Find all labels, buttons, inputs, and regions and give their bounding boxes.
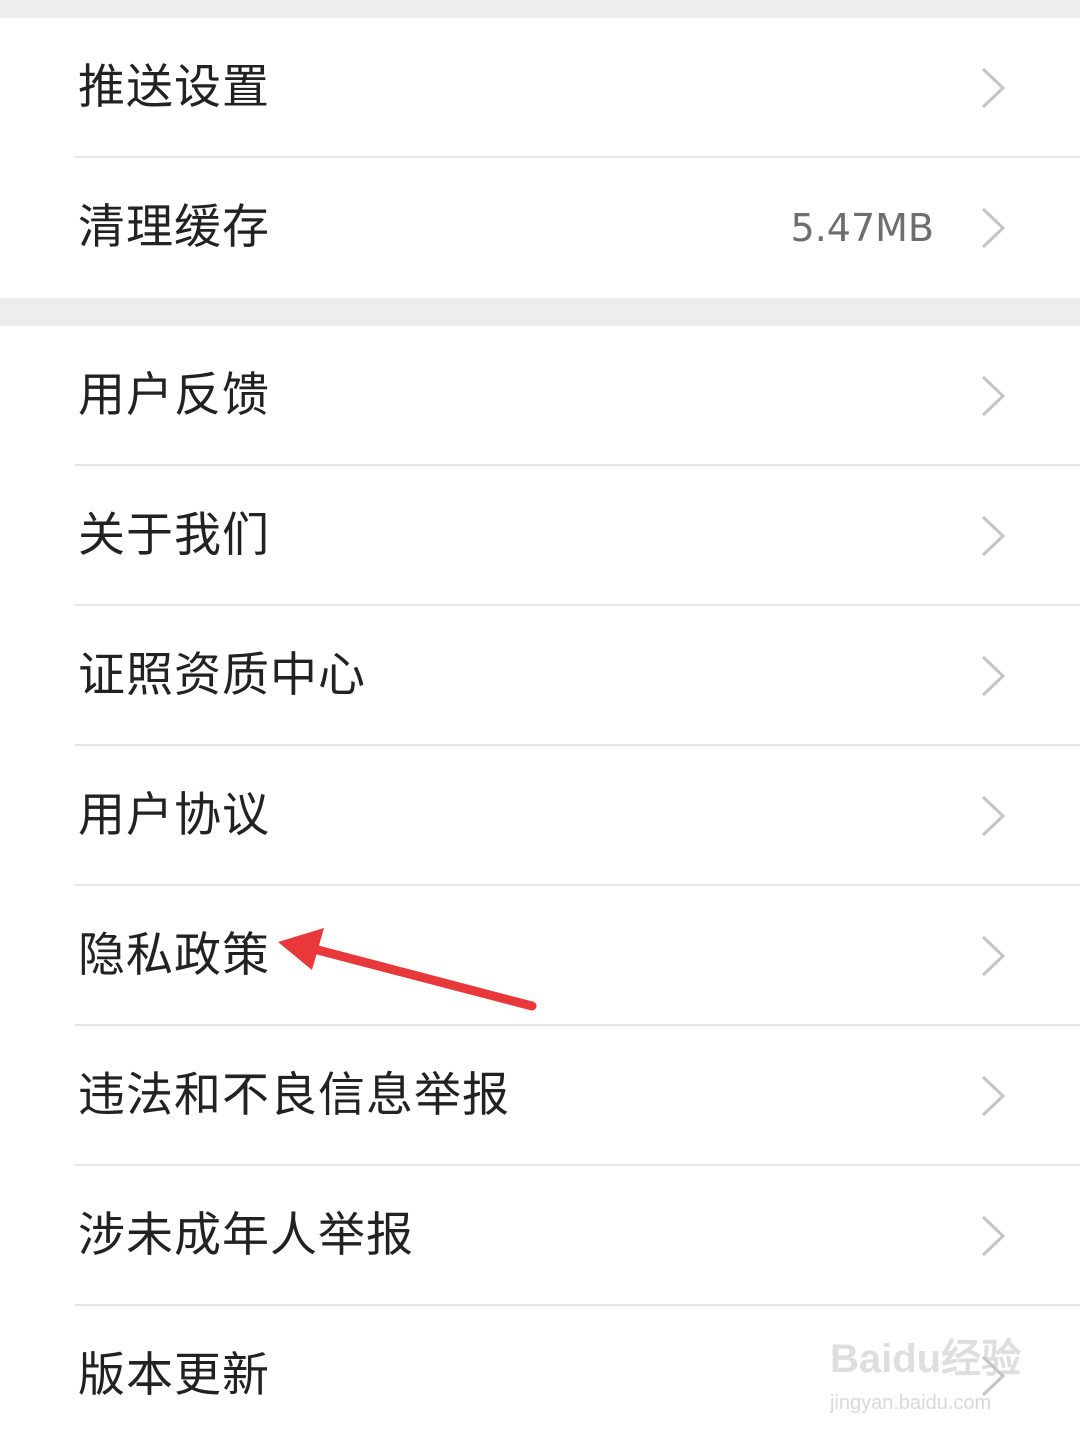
license-center-label: 证照资质中心 — [78, 648, 366, 703]
chevron-right-icon — [981, 935, 1006, 977]
red-arrow-annotation — [278, 928, 537, 1011]
settings-group-about: 用户反馈 关于我们 证照资质中心 用户协议 隐私政策 违法和不良信息举报 涉未成… — [0, 326, 1080, 1446]
cache-size-value: 5.47MB — [790, 206, 934, 250]
user-feedback-label: 用户反馈 — [78, 368, 270, 423]
user-feedback-item[interactable]: 用户反馈 — [0, 326, 1080, 466]
clear-cache-item[interactable]: 清理缓存 5.47MB — [0, 158, 1080, 298]
chevron-right-icon — [981, 515, 1006, 557]
version-update-label: 版本更新 — [78, 1348, 270, 1403]
chevron-right-icon — [981, 655, 1006, 697]
minor-report-label: 涉未成年人举报 — [78, 1208, 414, 1263]
user-agreement-label: 用户协议 — [78, 788, 270, 843]
illegal-info-report-item[interactable]: 违法和不良信息举报 — [0, 1026, 1080, 1166]
watermark-site: jingyan.baidu.com — [830, 1392, 992, 1414]
license-center-item[interactable]: 证照资质中心 — [0, 606, 1080, 746]
chevron-right-icon — [981, 207, 1006, 249]
settings-group-general: 推送设置 清理缓存 5.47MB — [0, 18, 1080, 298]
chevron-right-icon — [981, 1215, 1006, 1257]
baidu-watermark: Baidu经验 jingyan.baidu.com — [826, 1326, 1036, 1426]
illegal-info-report-label: 违法和不良信息举报 — [78, 1068, 510, 1123]
chevron-right-icon — [981, 67, 1006, 109]
privacy-policy-label: 隐私政策 — [78, 928, 270, 983]
push-settings-label: 推送设置 — [78, 60, 270, 115]
user-agreement-item[interactable]: 用户协议 — [0, 746, 1080, 886]
about-us-label: 关于我们 — [78, 508, 270, 563]
about-us-item[interactable]: 关于我们 — [0, 466, 1080, 606]
chevron-right-icon — [981, 1075, 1006, 1117]
minor-report-item[interactable]: 涉未成年人举报 — [0, 1166, 1080, 1306]
clear-cache-label: 清理缓存 — [78, 200, 270, 255]
chevron-right-icon — [981, 795, 1006, 837]
chevron-right-icon — [981, 375, 1006, 417]
push-settings-item[interactable]: 推送设置 — [0, 18, 1080, 158]
watermark-logo: Baidu经验 — [830, 1337, 1022, 1381]
